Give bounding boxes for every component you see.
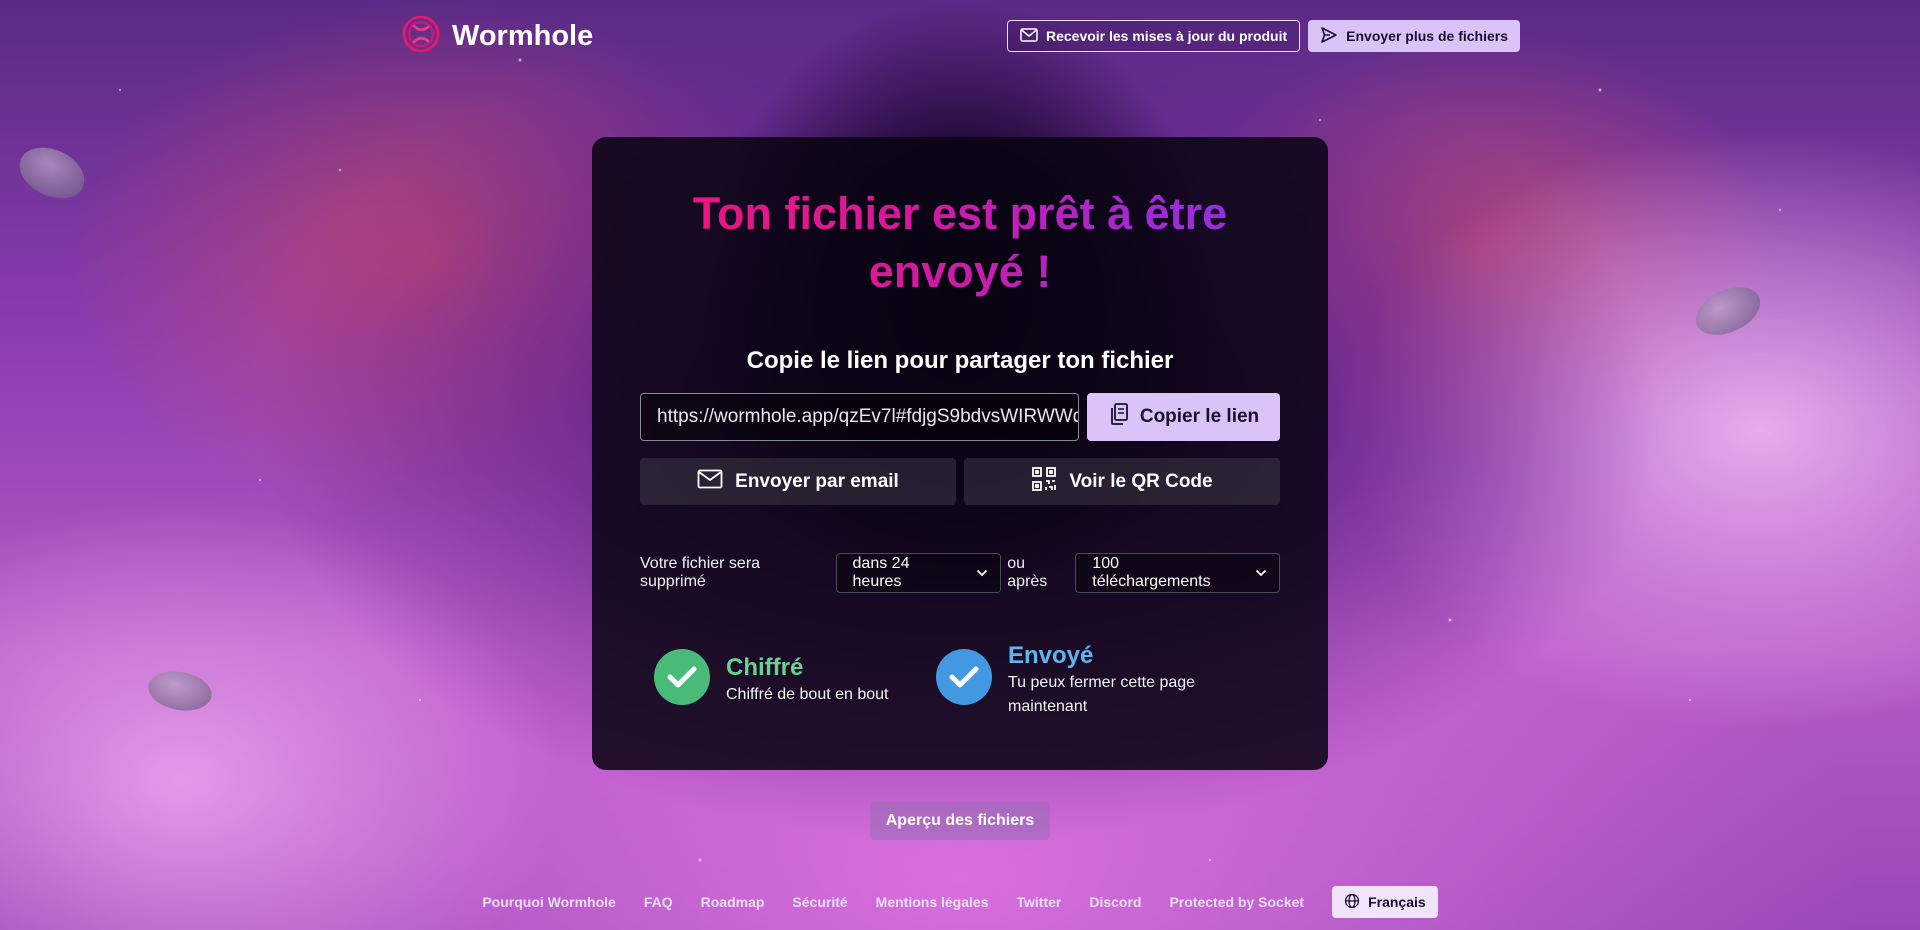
copy-link-label: Copier le lien [1139,406,1260,427]
footer-link-roadmap[interactable]: Roadmap [701,894,765,910]
status-encrypted: Chiffré Chiffré de bout en bout [654,641,889,707]
footer-link-faq[interactable]: FAQ [644,894,673,910]
send-more-files-label: Envoyer plus de fichiers [1346,28,1508,44]
share-subtitle: Copie le lien pour partager ton fichier [746,347,1174,374]
copy-link-button[interactable]: Copier le lien [1087,393,1280,441]
page-title: Ton fichier est prêt à être envoyé ! [632,185,1288,301]
status-sent-title: Envoyé [1008,642,1094,669]
status-encrypted-title: Chiffré [726,654,804,681]
brand-name: Wormhole [452,19,594,52]
send-by-email-label: Envoyer par email [735,470,899,492]
download-limit-value: 100 téléchargements [1092,555,1211,590]
language-button[interactable]: Français [1332,886,1438,918]
chevron-down-icon [976,564,988,582]
status-encrypted-text: Chiffré Chiffré de bout en bout [726,641,889,707]
show-qr-code-label: Voir le QR Code [1069,470,1213,492]
file-preview-button[interactable]: Aperçu des fichiers [870,802,1050,840]
mail-icon [1020,27,1038,45]
secondary-actions: Envoyer par email Voir le QR Code [640,458,1280,505]
clipboard-icon [1108,402,1130,432]
send-icon [1320,26,1338,47]
footer-link-socket[interactable]: Protected by Socket [1169,894,1304,910]
expiry-time-value: dans 24 heures [852,555,910,590]
share-card: Ton fichier est prêt à être envoyé ! Cop… [592,137,1328,770]
expiry-time-select[interactable]: dans 24 heures [835,553,1002,593]
footer-link-discord[interactable]: Discord [1089,894,1141,910]
top-header: Wormhole Recevoir les mises à jour du pr… [400,12,1520,60]
footer-link-legal[interactable]: Mentions légales [876,894,989,910]
background-asteroid [1688,277,1768,345]
show-qr-code-button[interactable]: Voir le QR Code [964,458,1280,505]
brand[interactable]: Wormhole [400,13,593,60]
expiry-settings: Votre fichier sera supprimé dans 24 heur… [640,553,1281,593]
status-sent: Envoyé Tu peux fermer cette page mainten… [936,641,1208,719]
send-by-email-button[interactable]: Envoyer par email [640,458,956,505]
product-updates-label: Recevoir les mises à jour du produit [1045,28,1288,44]
background-asteroid [11,137,93,209]
wormhole-logo-icon [400,13,442,60]
check-circle-icon [936,649,992,705]
chevron-down-icon [1255,564,1267,582]
header-actions: Recevoir les mises à jour du produit Env… [1006,20,1520,52]
link-row: https://wormhole.app/qzEv7l#fdjgS9bdvsWI… [640,393,1280,441]
share-link-field[interactable]: https://wormhole.app/qzEv7l#fdjgS9bdvsWI… [640,393,1079,441]
status-sent-text: Envoyé Tu peux fermer cette page mainten… [1008,641,1208,719]
expiry-prefix: Votre fichier sera supprimé [640,555,761,590]
globe-icon [1344,893,1360,912]
mail-icon [697,469,723,495]
status-encrypted-desc: Chiffré de bout en bout [726,686,889,703]
status-sent-desc: Tu peux fermer cette page maintenant [1008,674,1196,715]
send-more-files-button[interactable]: Envoyer plus de fichiers [1308,20,1520,52]
footer: Pourquoi Wormhole FAQ Roadmap Sécurité M… [0,886,1920,918]
footer-link-twitter[interactable]: Twitter [1016,894,1061,910]
expiry-middle-text: ou après [1007,555,1048,590]
product-updates-button[interactable]: Recevoir les mises à jour du produit [1006,20,1301,52]
language-label: Français [1368,894,1426,910]
background-asteroid [145,666,215,716]
check-circle-icon [654,649,710,705]
qr-code-icon [1031,466,1057,498]
download-limit-select[interactable]: 100 téléchargements [1075,553,1281,593]
footer-link-security[interactable]: Sécurité [792,894,847,910]
footer-link-why-wormhole[interactable]: Pourquoi Wormhole [482,894,616,910]
